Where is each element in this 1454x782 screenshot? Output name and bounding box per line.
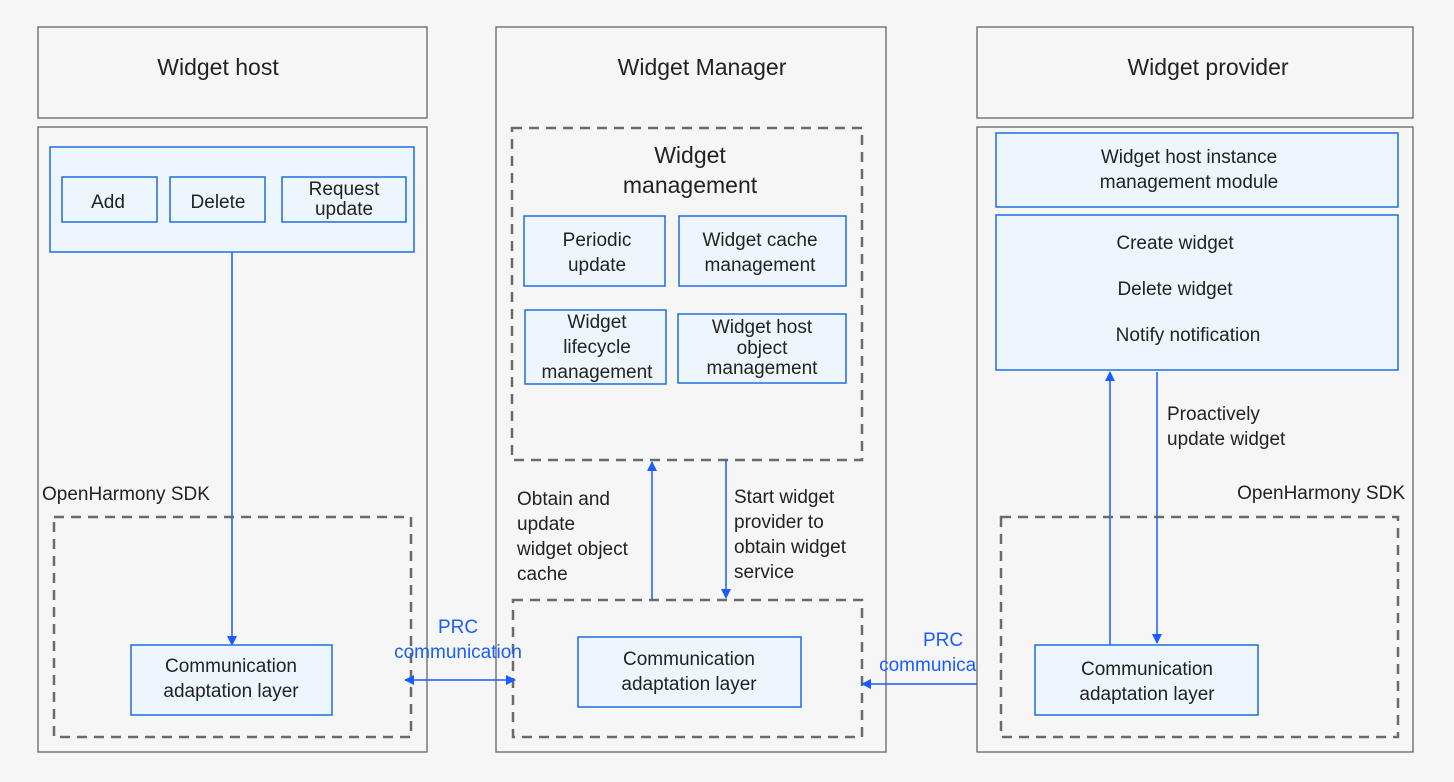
- box-label: management: [542, 362, 654, 383]
- proactive-label: Proactively: [1167, 404, 1260, 425]
- rpc-label-1: communication: [394, 642, 522, 663]
- box-label: Widget cache: [702, 230, 817, 251]
- provider-sdk-label: OpenHarmony SDK: [1237, 483, 1405, 504]
- widget-host-column: Widget host Add Delete Request update Op…: [37, 26, 428, 753]
- request-update-label: update: [315, 199, 373, 220]
- comm-label: Communication: [623, 649, 755, 670]
- label-line: widget object: [516, 539, 629, 560]
- label-line: Start widget: [734, 487, 835, 508]
- management-title: Widget: [654, 142, 726, 168]
- comm-label: adaptation layer: [1079, 684, 1215, 705]
- label-line: provider to: [734, 512, 824, 533]
- box-label: Widget host: [712, 317, 813, 338]
- label-line: update: [517, 514, 575, 535]
- comm-label: adaptation layer: [621, 674, 757, 695]
- comm-label: Communication: [1081, 659, 1213, 680]
- label-line: cache: [517, 564, 568, 585]
- box-label: Periodic: [563, 230, 632, 251]
- box-label: Widget: [567, 312, 627, 333]
- widget-provider-column: Widget provider Widget host instance man…: [976, 26, 1414, 753]
- add-label: Add: [91, 192, 125, 213]
- management-title: management: [623, 172, 758, 198]
- action-label: Create widget: [1116, 233, 1234, 254]
- rpc-label-1: PRC: [438, 617, 478, 638]
- action-label: Delete widget: [1117, 279, 1233, 300]
- widget-architecture-diagram: Widget host Add Delete Request update Op…: [37, 26, 1414, 753]
- proactive-label: update widget: [1167, 429, 1286, 450]
- widget-host-title: Widget host: [157, 54, 279, 80]
- box-label: lifecycle: [563, 337, 631, 358]
- comm-label: adaptation layer: [163, 681, 299, 702]
- request-update-label: Request: [309, 179, 380, 200]
- widget-manager-title: Widget Manager: [618, 54, 787, 80]
- widget-manager-column: Widget Manager Widget management Periodi…: [495, 26, 887, 753]
- box-label: management module: [1100, 172, 1279, 193]
- box-label: Widget host instance: [1101, 147, 1277, 168]
- label-line: service: [734, 562, 794, 583]
- manager-comm-layer: [577, 636, 802, 708]
- box-label: update: [568, 255, 626, 276]
- rpc-label-2: PRC: [923, 630, 963, 651]
- widget-provider-title: Widget provider: [1127, 54, 1288, 80]
- action-label: Notify notification: [1116, 325, 1261, 346]
- label-line: Obtain and: [517, 489, 610, 510]
- delete-label: Delete: [191, 192, 246, 213]
- box-label: management: [707, 358, 819, 379]
- comm-label: Communication: [165, 656, 297, 677]
- box-label: object: [737, 338, 788, 359]
- instance-management-box: [995, 132, 1399, 208]
- host-sdk-label: OpenHarmony SDK: [42, 484, 210, 505]
- label-line: obtain widget: [734, 537, 847, 558]
- box-label: management: [705, 255, 817, 276]
